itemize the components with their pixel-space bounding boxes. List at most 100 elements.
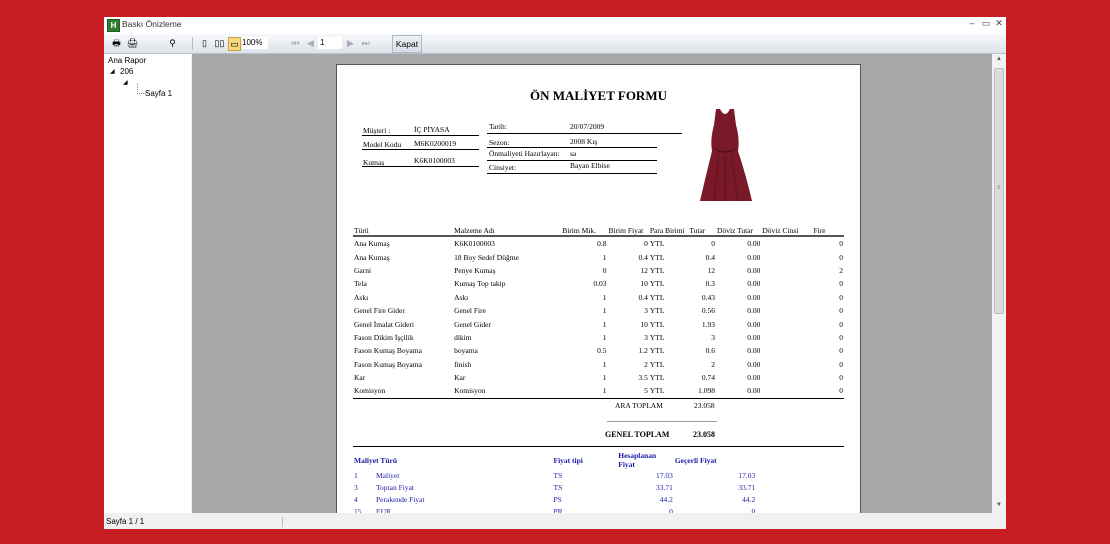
find-icon[interactable]: ⚲ (166, 37, 179, 49)
table-cell: 12 (640, 265, 648, 275)
table-row: Genel Fire Gider Genel Fire 1 3 YTL 0.56 0.00 0 (353, 304, 844, 317)
last-page-icon[interactable]: ⏭ (359, 37, 372, 49)
model-label: Model Kodu (363, 140, 402, 149)
table-row: 15 EUR PR 0 0 (353, 506, 844, 513)
table-cell: 1 (602, 332, 607, 342)
report-page: ÖN MALİYET FORMU Müşteri : İÇ PİYASA Mod… (336, 64, 861, 513)
divider (487, 173, 657, 174)
table-cell: 0.00 (747, 306, 761, 316)
zoom-field[interactable]: 100% (242, 37, 268, 49)
date-value: 20/07/2009 (570, 122, 605, 131)
cost-name: Maliyet (376, 470, 400, 480)
tree-item-page[interactable]: Sayfa 1 (145, 89, 172, 98)
expand-icon[interactable]: ◢ (123, 79, 128, 86)
column-header: Fiyat tipi (553, 455, 583, 465)
divider (353, 398, 844, 399)
product-image (686, 105, 764, 205)
single-page-icon[interactable]: ▯ (198, 37, 211, 49)
first-page-icon[interactable]: ⏮ (289, 37, 302, 49)
table-cell: 0.4 (638, 252, 648, 262)
table-cell (761, 250, 812, 263)
table-cell: 0.43 (701, 292, 716, 302)
print-icon[interactable]: 🖶 (110, 37, 123, 49)
table-cell: 0.3 (705, 279, 716, 289)
expand-icon[interactable]: ◢ (110, 68, 115, 75)
table-cell: PS (553, 494, 562, 504)
table-cell: 12 (707, 265, 716, 275)
table-cell: Ana Kumaş (354, 239, 390, 249)
close-icon[interactable]: ✕ (993, 18, 1005, 29)
table-cell: 0 (839, 239, 843, 249)
column-header: Döviz Cinsi (761, 225, 813, 237)
minimize-icon[interactable]: – (966, 18, 978, 28)
table-cell: boyama (454, 346, 478, 356)
scroll-thumb[interactable]: ≡ (994, 68, 1004, 314)
table-cell: 0.00 (747, 279, 761, 289)
scroll-up-icon[interactable]: ▲ (996, 56, 1002, 62)
next-page-icon[interactable]: ▶ (344, 37, 357, 49)
table-cell: Kar (354, 373, 366, 383)
prepared-by-label: Önmaliyeti Hazırlayan: (489, 149, 560, 158)
table-cell: YTL (649, 319, 665, 329)
table-cell (756, 469, 844, 481)
maximize-icon[interactable]: ▭ (980, 18, 992, 29)
status-separator (282, 517, 283, 527)
scroll-down-icon[interactable]: ▼ (996, 502, 1002, 508)
table-row: 1 Maliyet TS 17.03 17.03 (353, 469, 844, 481)
two-pages-icon[interactable]: ▯▯ (213, 37, 226, 49)
page-number-field[interactable]: 1 (318, 37, 342, 49)
table-cell: 0.00 (747, 292, 761, 302)
table-cell: YTL (649, 292, 665, 302)
toolbar: 🖶 🖨 ⚲ ▯ ▯▯ ▭ 100% ⏮ ◀ 1 ▶ ⏭ Kapat (104, 34, 1006, 54)
grand-total-value: 23.058 (693, 430, 715, 439)
table-cell: 0.56 (701, 306, 716, 316)
preview-area: ÖN MALİYET FORMU Müşteri : İÇ PİYASA Mod… (192, 54, 992, 513)
table-cell: 1 (602, 306, 607, 316)
cost-type-cell: 4 Perakende Fiyat (353, 493, 553, 505)
table-cell: 2 (644, 359, 648, 369)
close-button[interactable]: Kapat (392, 35, 422, 53)
table-cell: 0.5 (597, 346, 607, 356)
table-cell (761, 304, 812, 317)
table-cell: Kar (454, 373, 466, 383)
column-header: Geçerli Fiyat (674, 455, 717, 465)
divider (362, 149, 479, 150)
report-title: ÖN MALİYET FORMU (530, 88, 667, 103)
tree-item-node[interactable]: 206 (120, 67, 133, 76)
table-cell: 18 Boy Sedef Düğme (454, 252, 519, 262)
cost-number: 4 (354, 494, 358, 504)
material-table: Türü Malzeme Adı Birim Mik. Birim Fiyat … (353, 225, 844, 398)
grand-total-label: GENEL TOPLAM (605, 430, 670, 439)
table-cell: Fason Kumaş Boyama (354, 346, 422, 356)
print-setup-icon[interactable]: 🖨 (126, 37, 139, 49)
table-cell: 17.03 (655, 470, 673, 480)
table-row: 4 Perakende Fiyat PS 44.2 44.2 (353, 493, 844, 505)
table-row: Ana Kumaş K6K0100003 0.8 0 YTL 0 0.00 0 (353, 236, 844, 250)
table-cell: 10 (640, 319, 648, 329)
table-cell: YTL (649, 279, 665, 289)
table-cell: YTL (649, 306, 665, 316)
page-status: Sayfa 1 / 1 (106, 517, 145, 526)
table-cell (761, 331, 812, 344)
season-value: 2008 Kış (570, 137, 598, 146)
table-cell: 0.00 (747, 386, 761, 396)
table-cell: 0.6 (705, 346, 716, 356)
prev-page-icon[interactable]: ◀ (304, 37, 317, 49)
table-cell: 1.2 (638, 346, 648, 356)
table-cell: 0 (839, 346, 843, 356)
tree-item-root[interactable]: Ana Rapor (108, 56, 146, 65)
table-cell: 1.93 (701, 319, 716, 329)
table-cell: Garni (354, 265, 372, 275)
table-cell: 0 (839, 359, 843, 369)
cost-name: Perakende Fiyat (376, 494, 425, 504)
table-cell (761, 236, 812, 250)
table-cell: 0.00 (747, 332, 761, 342)
table-cell (756, 481, 844, 493)
model-value: M6K0200019 (414, 139, 457, 148)
vertical-scrollbar[interactable]: ▲ ≡ ▼ (992, 54, 1006, 513)
table-cell: YTL (649, 346, 665, 356)
table-row: Askı Askı 1 0.4 YTL 0.43 0.00 0 (353, 291, 844, 304)
table-row: Ana Kumaş 18 Boy Sedef Düğme 1 0.4 YTL 0.4 0.0… (353, 250, 844, 263)
column-header: Maliyet Türü (354, 455, 397, 465)
zoom-page-icon[interactable]: ▭ (228, 37, 241, 51)
